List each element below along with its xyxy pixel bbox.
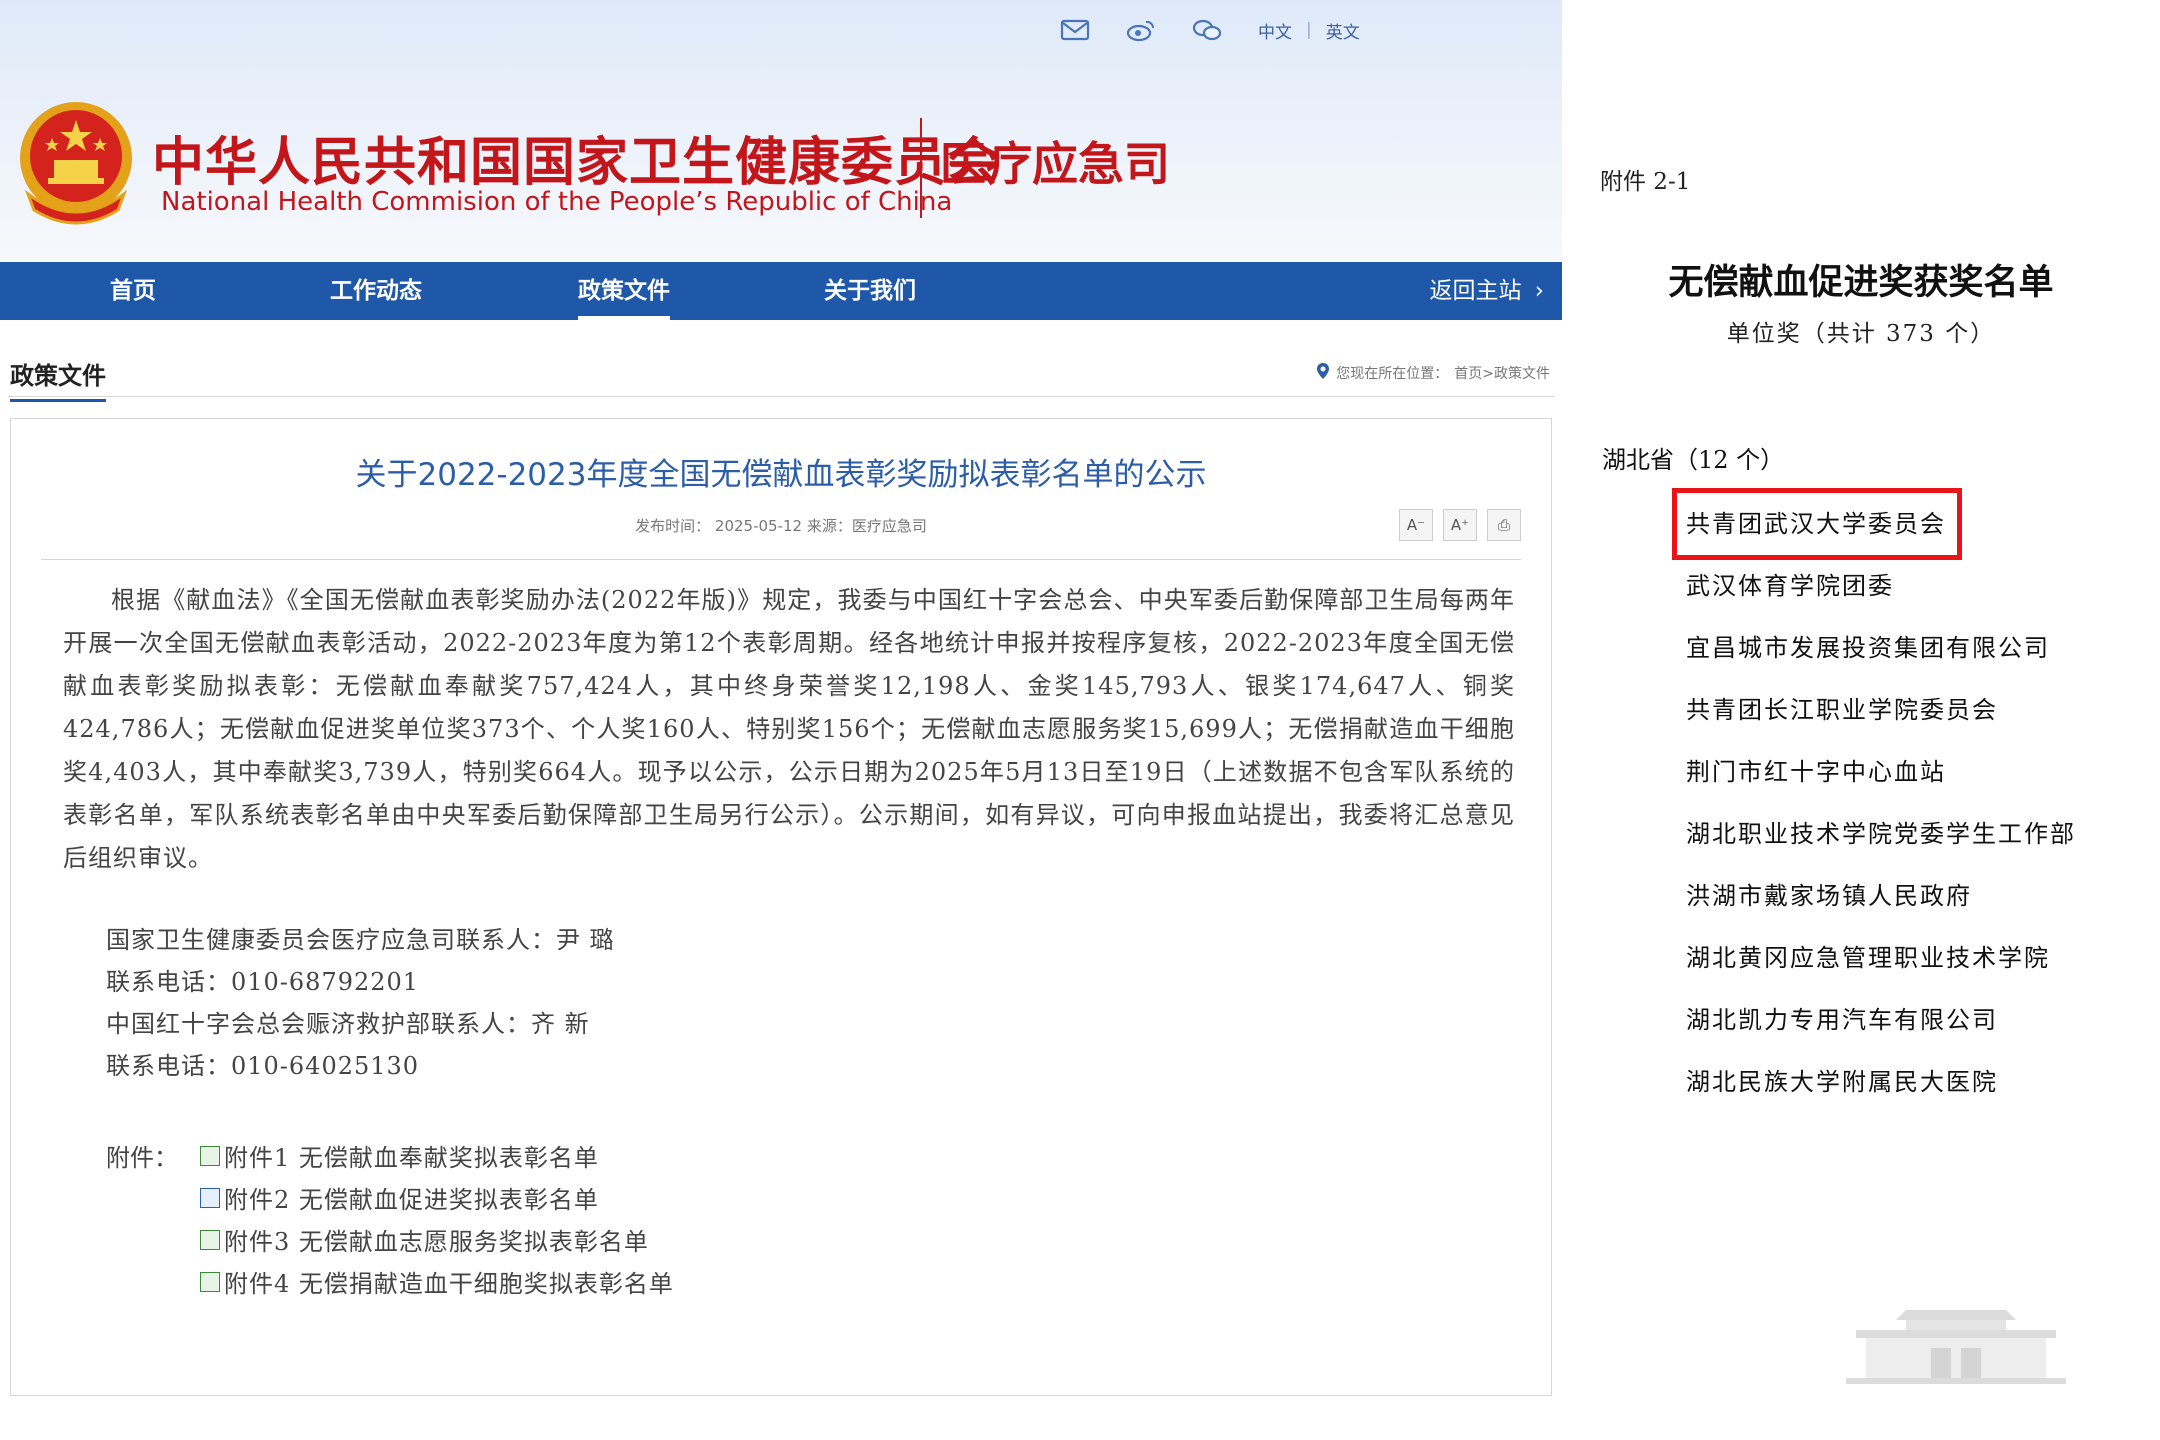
weibo-icon[interactable] <box>1126 18 1156 42</box>
article-tools: A⁻ A⁺ ⎙ <box>1399 509 1521 541</box>
breadcrumb: 您现在所在位置： 首页>政策文件 <box>1316 362 1550 384</box>
contact-line: 国家卫生健康委员会医疗应急司联系人：尹 璐 <box>106 926 615 954</box>
word-file-icon <box>200 1187 220 1208</box>
contact-line: 联系电话：010-68792201 <box>106 968 420 996</box>
article-body: 根据《献血法》《全国无偿献血表彰奖励办法(2022年版)》规定，我委与中国红十字… <box>63 586 1515 872</box>
article-divider <box>41 559 1521 560</box>
excel-file-icon <box>200 1229 220 1250</box>
excel-file-icon <box>200 1271 220 1292</box>
font-larger-button[interactable]: A⁺ <box>1443 509 1477 541</box>
attachment-label: 附件1 无偿献血奉献奖拟表彰名单 <box>224 1144 599 1172</box>
back-to-main-site-link[interactable]: 返回主站 › <box>1429 262 1544 320</box>
excel-file-icon <box>200 1145 220 1166</box>
contact-line: 联系电话：010-64025130 <box>106 1052 420 1080</box>
building-watermark <box>1836 1290 2076 1400</box>
wechat-icon[interactable] <box>1192 18 1222 42</box>
site-title: 中华人民共和国国家卫生健康委员会 <box>152 132 1001 193</box>
font-smaller-button[interactable]: A⁻ <box>1399 509 1433 541</box>
document-title: 无偿献血促进奖获奖名单 <box>1668 262 2054 303</box>
attachment-label: 附件2 无偿献血促进奖拟表彰名单 <box>224 1186 599 1214</box>
attachment-link[interactable]: 附件2 无偿献血促进奖拟表彰名单 <box>200 1180 599 1215</box>
lang-separator: | <box>1306 20 1312 40</box>
award-list-document: 附件 2-1 无偿献血促进奖获奖名单 单位奖（共计 373 个） 湖北省（12 … <box>1562 0 2160 1440</box>
list-item: 湖北凯力专用汽车有限公司 <box>1686 1006 1998 1034</box>
attachment-link[interactable]: 附件4 无偿捐献造血干细胞奖拟表彰名单 <box>200 1264 674 1299</box>
attachment-link[interactable]: 附件1 无偿献血奉献奖拟表彰名单 <box>200 1138 599 1173</box>
province-heading: 湖北省（12 个） <box>1602 446 1785 474</box>
section-title: 政策文件 <box>10 356 106 402</box>
website-screenshot: 中文 | 英文 中华人民共和国国家卫生健康委员会 National Health… <box>0 0 1562 1440</box>
lang-english-link[interactable]: 英文 <box>1326 18 1360 43</box>
location-pin-icon <box>1316 362 1330 384</box>
list-item: 洪湖市戴家场镇人民政府 <box>1686 882 1972 910</box>
highlight-box <box>1672 488 1962 560</box>
chevron-right-icon: › <box>1534 278 1544 304</box>
mail-icon[interactable] <box>1060 18 1090 42</box>
nav-about-us[interactable]: 关于我们 <box>824 262 916 320</box>
nav-policy-documents[interactable]: 政策文件 <box>578 262 670 320</box>
main-nav: 首页 工作动态 政策文件 关于我们 返回主站 › <box>0 262 1562 320</box>
lang-chinese-link[interactable]: 中文 <box>1258 18 1292 43</box>
list-item: 宜昌城市发展投资集团有限公司 <box>1686 634 2050 662</box>
national-emblem-logo <box>14 98 138 226</box>
list-item: 湖北职业技术学院党委学生工作部 <box>1686 820 2076 848</box>
location-label: 您现在所在位置： <box>1336 366 1449 382</box>
article-title: 关于2022-2023年度全国无偿献血表彰奖励拟表彰名单的公示 <box>355 457 1207 493</box>
breadcrumb-path[interactable]: 首页>政策文件 <box>1454 363 1550 383</box>
attachment-number: 附件 2-1 <box>1600 169 1691 195</box>
back-label: 返回主站 <box>1429 278 1522 304</box>
list-item: 荆门市红十字中心血站 <box>1686 758 1946 786</box>
department-name: 医疗应急司 <box>940 137 1170 191</box>
article-meta: 发布时间： 2025-05-12 来源：医疗应急司 <box>635 517 927 535</box>
list-item: 湖北黄冈应急管理职业技术学院 <box>1686 944 2050 972</box>
site-subtitle: National Health Commision of the People’… <box>161 187 953 217</box>
nav-home[interactable]: 首页 <box>110 262 156 320</box>
attachment-label: 附件4 无偿捐献造血干细胞奖拟表彰名单 <box>224 1270 674 1298</box>
attachments-label: 附件： <box>106 1144 178 1172</box>
top-links: 中文 | 英文 <box>1060 14 1360 46</box>
print-button[interactable]: ⎙ <box>1487 509 1521 541</box>
list-item: 武汉体育学院团委 <box>1686 572 1894 600</box>
nav-work-news[interactable]: 工作动态 <box>330 262 422 320</box>
list-item: 共青团长江职业学院委员会 <box>1686 696 1998 724</box>
attachment-link[interactable]: 附件3 无偿献血志愿服务奖拟表彰名单 <box>200 1222 649 1257</box>
document-subtitle: 单位奖（共计 373 个） <box>1726 321 1996 347</box>
list-item: 湖北民族大学附属民大医院 <box>1686 1068 1998 1096</box>
attachment-label: 附件3 无偿献血志愿服务奖拟表彰名单 <box>224 1228 649 1256</box>
site-banner: 中文 | 英文 中华人民共和国国家卫生健康委员会 National Health… <box>0 0 1562 262</box>
breadcrumb-bar: 政策文件 您现在所在位置： 首页>政策文件 <box>8 352 1554 402</box>
contact-line: 中国红十字会总会赈济救护部联系人：齐 新 <box>106 1010 590 1038</box>
title-divider <box>920 118 922 218</box>
